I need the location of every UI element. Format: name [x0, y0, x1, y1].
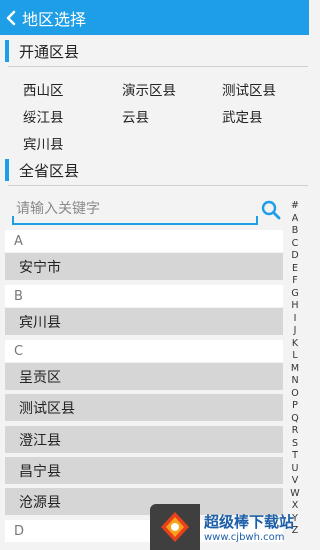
city-row[interactable]: 安宁市 [5, 253, 283, 280]
index-letter[interactable]: G [288, 288, 302, 299]
open-city-item[interactable]: 武定县 [222, 106, 263, 126]
search-field [12, 194, 258, 225]
page-title: 地区选择 [22, 9, 87, 29]
index-letter[interactable]: M [288, 363, 302, 374]
index-letter[interactable]: V [288, 475, 302, 486]
index-letter[interactable]: P [288, 400, 302, 411]
city-row[interactable]: 澄江县 [5, 426, 283, 453]
watermark-name: 超级棒下载站 [204, 513, 295, 531]
open-section-label: 开通区县 [19, 42, 80, 61]
open-city-item[interactable]: 西山区 [23, 79, 64, 99]
letter-header: B [5, 285, 283, 307]
watermark: 超级棒下载站 www.cjbwh.com [150, 504, 309, 550]
search-input[interactable] [16, 196, 252, 222]
index-letter[interactable]: E [288, 263, 302, 274]
city-row[interactable]: 测试区县 [5, 394, 283, 421]
all-section-header: 全省区县 [0, 156, 309, 184]
city-row[interactable]: 呈贡区 [5, 363, 283, 390]
divider [8, 185, 308, 186]
section-accent-bar [5, 40, 9, 62]
search-icon[interactable] [261, 200, 281, 220]
watermark-url: www.cjbwh.com [204, 532, 285, 543]
index-letter[interactable]: U [288, 463, 302, 474]
index-letter[interactable]: K [288, 338, 302, 349]
index-letter[interactable]: A [288, 213, 302, 224]
index-letter[interactable]: T [288, 450, 302, 461]
watermark-text: 超级棒下载站 www.cjbwh.com [204, 511, 294, 543]
back-arrow-icon[interactable] [0, 0, 22, 35]
index-letter[interactable]: D [288, 250, 302, 261]
open-section-header: 开通区县 [0, 37, 309, 65]
index-letter[interactable]: C [288, 238, 302, 249]
section-accent-bar [5, 159, 9, 181]
index-letter[interactable]: S [288, 438, 302, 449]
index-letter[interactable]: J [288, 325, 302, 336]
index-letter[interactable]: N [288, 375, 302, 386]
index-letter[interactable]: B [288, 225, 302, 236]
all-section-label: 全省区县 [19, 161, 80, 180]
letter-header: A [5, 230, 283, 252]
index-letter[interactable]: H [288, 300, 302, 311]
index-letter[interactable]: R [288, 425, 302, 436]
index-letter[interactable]: W [288, 488, 302, 499]
index-letter[interactable]: Q [288, 413, 302, 424]
index-letter[interactable]: I [288, 313, 302, 324]
open-city-item[interactable]: 云县 [122, 106, 149, 126]
index-letter[interactable]: L [288, 350, 302, 361]
index-letter[interactable]: O [288, 388, 302, 399]
open-city-item[interactable]: 测试区县 [222, 79, 276, 99]
watermark-logo-icon [150, 504, 200, 550]
letter-header: C [5, 340, 283, 362]
open-city-item[interactable]: 绥江县 [23, 106, 64, 126]
index-letter[interactable]: # [288, 200, 302, 211]
city-row[interactable]: 昌宁县 [5, 457, 283, 484]
open-city-item[interactable]: 宾川县 [23, 133, 64, 153]
index-letter[interactable]: F [288, 275, 302, 286]
divider [8, 66, 308, 67]
city-row[interactable]: 宾川县 [5, 308, 283, 335]
open-city-item[interactable]: 演示区县 [122, 79, 176, 99]
title-bar: 地区选择 [0, 0, 309, 35]
